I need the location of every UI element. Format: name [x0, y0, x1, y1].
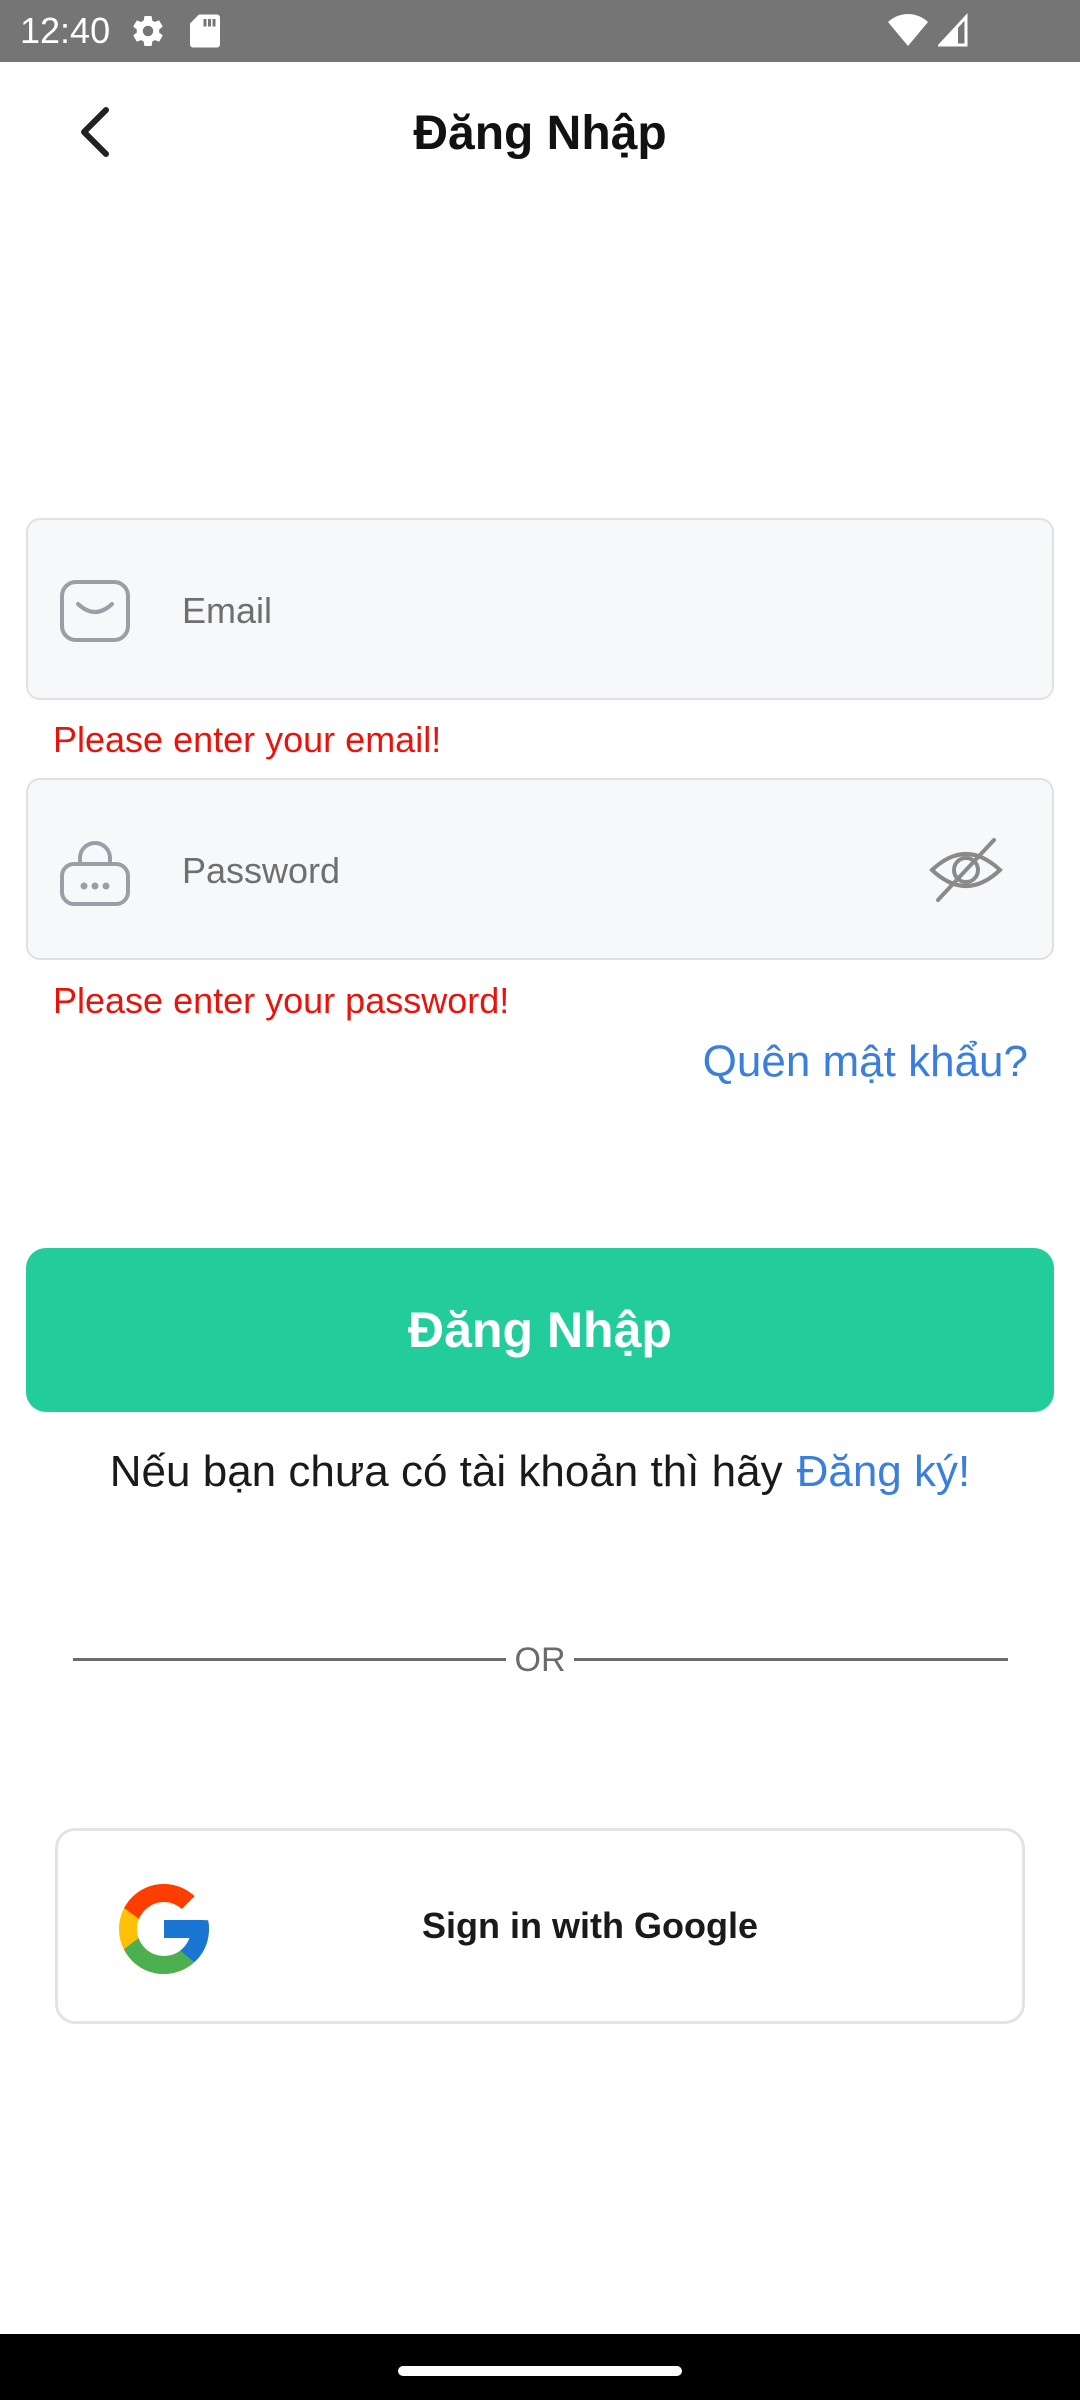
lock-icon — [60, 841, 130, 906]
google-signin-button[interactable]: Sign in with Google — [55, 1828, 1025, 2024]
password-error: Please enter your password! — [53, 980, 510, 1021]
signal-icon — [938, 13, 968, 47]
gear-icon — [133, 16, 163, 47]
status-time: 12:40 — [20, 10, 111, 51]
divider-text: OR — [514, 1641, 566, 1679]
home-indicator[interactable] — [398, 2366, 682, 2376]
signup-prompt: Nếu bạn chưa có tài khoản thì hãy Đăng ký… — [0, 1444, 1080, 1500]
email-error: Please enter your email! — [53, 719, 442, 760]
status-bar: 12:40 — [0, 0, 1080, 62]
mail-icon — [60, 580, 130, 642]
google-signin-label: Sign in with Google — [422, 1905, 758, 1946]
sd-card-icon — [190, 14, 220, 48]
email-input[interactable] — [182, 574, 922, 648]
login-screen: 12:40 Đăng Nhập Please enter your email! — [0, 0, 1080, 2400]
divider-line-right — [574, 1658, 1008, 1661]
eye-off-icon[interactable] — [924, 828, 1008, 912]
signup-prompt-text: Nếu bạn chưa có tài khoản thì hãy — [109, 1447, 783, 1496]
login-button[interactable]: Đăng Nhập — [26, 1248, 1054, 1412]
forgot-password-link[interactable]: Quên mật khẩu? — [703, 1034, 1028, 1090]
email-field[interactable] — [26, 518, 1054, 700]
wifi-icon — [888, 14, 928, 46]
divider-line-left — [73, 1658, 506, 1661]
page-title: Đăng Nhập — [413, 107, 667, 160]
password-input[interactable] — [182, 834, 882, 908]
signup-link[interactable]: Đăng ký! — [797, 1447, 971, 1496]
password-field[interactable] — [26, 778, 1054, 960]
